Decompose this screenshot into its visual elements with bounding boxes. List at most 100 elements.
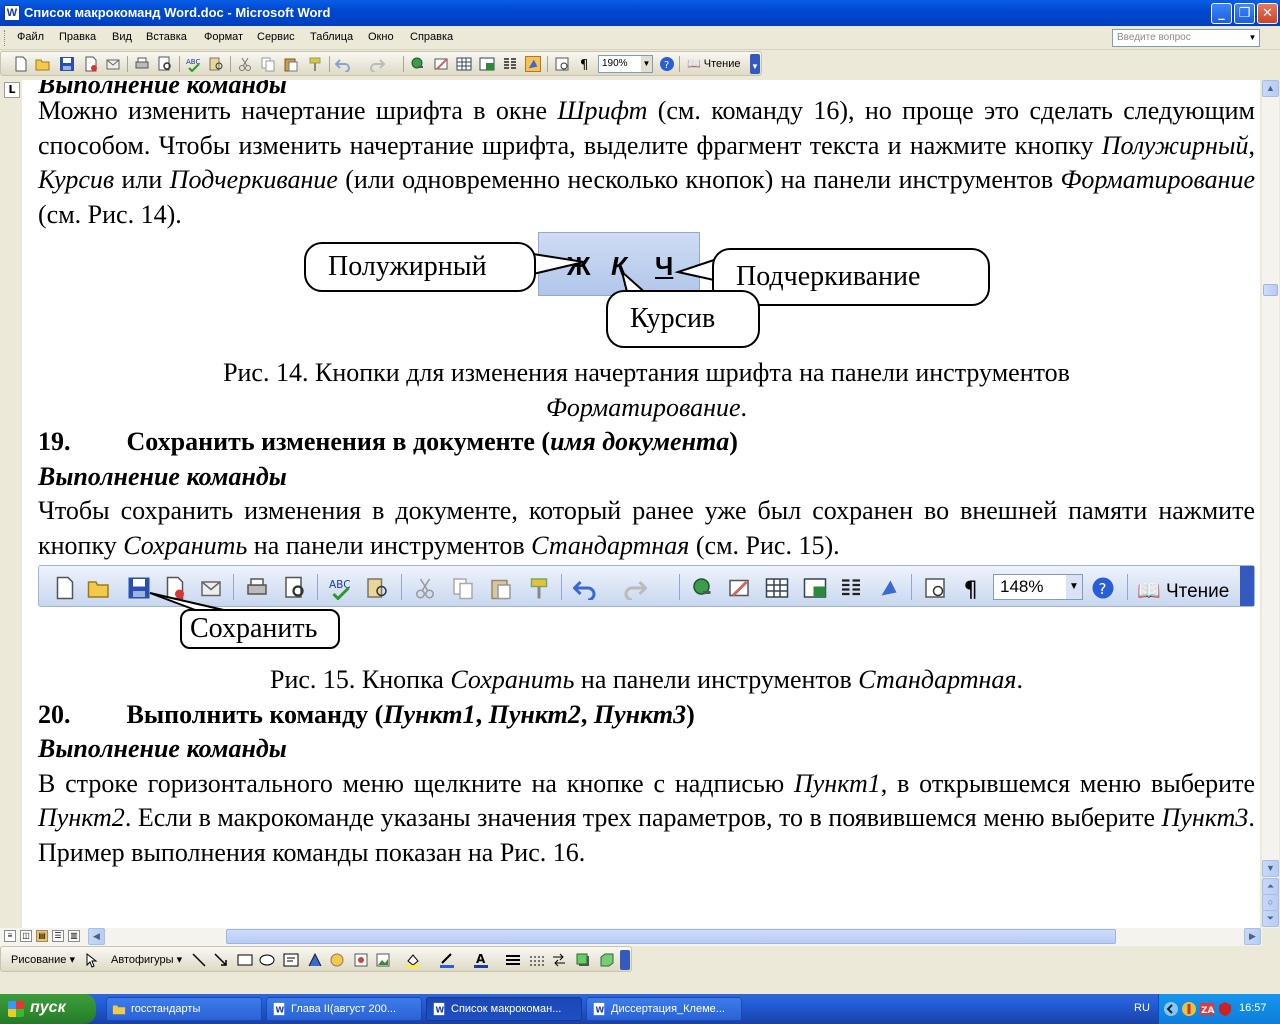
reading-mode-button[interactable]: 📖 Чтение — [687, 57, 740, 70]
next-page-icon[interactable]: ⏷ — [1262, 910, 1279, 927]
menu-file[interactable]: Файл — [17, 31, 44, 43]
select-browse-object-icon[interactable]: ○ — [1262, 894, 1279, 911]
maximize-button[interactable]: ❐ — [1234, 3, 1255, 24]
insert-table-icon[interactable] — [456, 56, 472, 72]
arrow-style-icon[interactable] — [551, 952, 567, 968]
insert-excel-icon[interactable] — [479, 56, 495, 72]
zoom-combo[interactable]: 190% ▼ — [598, 55, 653, 73]
wordart-icon[interactable] — [307, 952, 323, 968]
print-layout-icon[interactable]: ▤ — [36, 930, 48, 942]
menu-insert[interactable]: Вставка — [146, 31, 187, 43]
arrow-icon[interactable] — [213, 952, 229, 968]
close-button[interactable]: ✕ — [1257, 3, 1278, 24]
vertical-scroll-thumb[interactable] — [1263, 284, 1278, 296]
clipart-icon[interactable] — [353, 952, 369, 968]
menu-window[interactable]: Окно — [368, 31, 394, 43]
language-indicator[interactable]: RU — [1134, 1002, 1150, 1014]
toolbar-separator — [179, 56, 180, 72]
tables-borders-icon[interactable] — [433, 56, 449, 72]
autoshapes-menu-button[interactable]: Автофигуры ▾ — [111, 953, 182, 966]
horizontal-scrollbar[interactable]: ≡ ◫ ▤ ☰ ▥ ◀ ▶ — [0, 928, 1262, 946]
picture-icon[interactable] — [375, 952, 391, 968]
research-icon[interactable] — [208, 56, 224, 72]
normal-view-icon[interactable]: ≡ — [4, 930, 16, 942]
word-doc-icon: W — [273, 1002, 285, 1016]
minimize-button[interactable]: _ — [1211, 3, 1232, 24]
start-button[interactable]: пуск — [0, 994, 96, 1024]
help-icon[interactable]: ? — [659, 56, 675, 72]
task-folder[interactable]: госстандарты — [106, 997, 262, 1021]
line-color-icon[interactable] — [439, 952, 455, 968]
scroll-left-arrow[interactable]: ◀ — [88, 928, 105, 945]
menu-view[interactable]: Вид — [112, 31, 132, 43]
hyperlink-icon[interactable] — [410, 56, 426, 72]
email-icon[interactable] — [105, 56, 121, 72]
antivirus-icon[interactable] — [1217, 1001, 1233, 1017]
reading-layout-icon[interactable]: ▥ — [68, 930, 80, 942]
menu-grip[interactable] — [4, 30, 7, 46]
toolbar-options-icon[interactable]: ▼ — [750, 54, 760, 74]
copy-icon[interactable] — [260, 56, 276, 72]
scroll-right-arrow[interactable]: ▶ — [1244, 928, 1261, 945]
undo-icon[interactable] — [335, 56, 351, 72]
cut-icon[interactable] — [237, 56, 253, 72]
task-word-doc-active[interactable]: W Список макрокоман... — [426, 997, 582, 1021]
redo-icon[interactable] — [369, 56, 385, 72]
tray-expand-icon[interactable] — [1163, 1001, 1179, 1017]
menu-help[interactable]: Справка — [410, 31, 453, 43]
rectangle-icon[interactable] — [237, 952, 253, 968]
paragraph-example: Пример выполнения команды показан на Рис… — [38, 837, 586, 867]
drawing-toggle-icon[interactable] — [525, 56, 541, 72]
previous-page-icon[interactable]: ⏶ — [1262, 878, 1279, 895]
print-icon[interactable] — [134, 56, 150, 72]
open-icon[interactable] — [35, 56, 51, 72]
show-formatting-icon[interactable]: ¶ — [577, 56, 593, 72]
task-word-doc-3[interactable]: W Диссертация_Клеме... — [586, 997, 742, 1021]
dash-style-icon[interactable] — [529, 952, 545, 968]
section-20-heading: 20. Выполнить команду (Пункт1, Пункт2, Пу… — [38, 699, 695, 729]
document-map-icon[interactable] — [554, 56, 570, 72]
scroll-down-arrow[interactable]: ▼ — [1262, 860, 1279, 877]
shadow-style-icon[interactable] — [575, 952, 591, 968]
outline-view-icon[interactable]: ☰ — [52, 930, 64, 942]
menu-tools[interactable]: Сервис — [257, 31, 295, 43]
zoom-dropdown-arrow[interactable]: ▼ — [641, 56, 652, 72]
columns-icon[interactable] — [502, 56, 518, 72]
help-question-input[interactable]: Введите вопрос ▼ — [1112, 29, 1260, 47]
format-painter-icon[interactable] — [307, 56, 323, 72]
3d-style-icon[interactable] — [599, 952, 615, 968]
security-shield-icon[interactable] — [1181, 1001, 1197, 1017]
task-word-doc-1[interactable]: W Глава II(август 200... — [266, 997, 422, 1021]
permission-icon[interactable] — [83, 56, 99, 72]
document-page[interactable]: Выполнение команды Можно изменить начерт… — [22, 80, 1260, 928]
clock[interactable]: 16:57 — [1239, 1002, 1267, 1014]
new-doc-icon[interactable] — [13, 56, 29, 72]
horizontal-scroll-thumb[interactable] — [226, 929, 1116, 944]
menu-format[interactable]: Формат — [204, 31, 243, 43]
font-color-icon[interactable]: A — [473, 952, 489, 968]
spelling-icon[interactable]: ABC — [186, 56, 202, 72]
word-doc-icon: W — [593, 1002, 605, 1016]
paste-icon[interactable] — [283, 56, 299, 72]
print-preview-icon[interactable] — [157, 56, 173, 72]
line-icon[interactable] — [191, 952, 207, 968]
select-objects-icon[interactable] — [83, 952, 99, 968]
diagram-icon[interactable] — [329, 952, 345, 968]
toolbar-options-icon[interactable] — [620, 950, 630, 970]
menu-table[interactable]: Таблица — [310, 31, 353, 43]
line-style-icon[interactable] — [505, 952, 521, 968]
fill-color-icon[interactable] — [405, 952, 421, 968]
vertical-scrollbar[interactable]: ▲ ▼ ⏶ ○ ⏷ — [1262, 80, 1279, 928]
callout-bold: Полужирный — [304, 242, 536, 292]
web-layout-icon[interactable]: ◫ — [20, 930, 32, 942]
help-dropdown-arrow[interactable]: ▼ — [1247, 31, 1258, 45]
oval-icon[interactable] — [259, 952, 275, 968]
zonealarm-icon[interactable]: ZA — [1199, 1001, 1215, 1017]
menu-edit[interactable]: Правка — [59, 31, 96, 43]
save-icon[interactable] — [59, 56, 75, 72]
text-box-icon[interactable] — [283, 952, 299, 968]
tab-selector[interactable]: L — [4, 82, 20, 98]
word-app-icon[interactable]: W — [4, 5, 20, 21]
scroll-up-arrow[interactable]: ▲ — [1262, 80, 1279, 97]
draw-menu-button[interactable]: Рисование ▾ — [11, 953, 75, 966]
